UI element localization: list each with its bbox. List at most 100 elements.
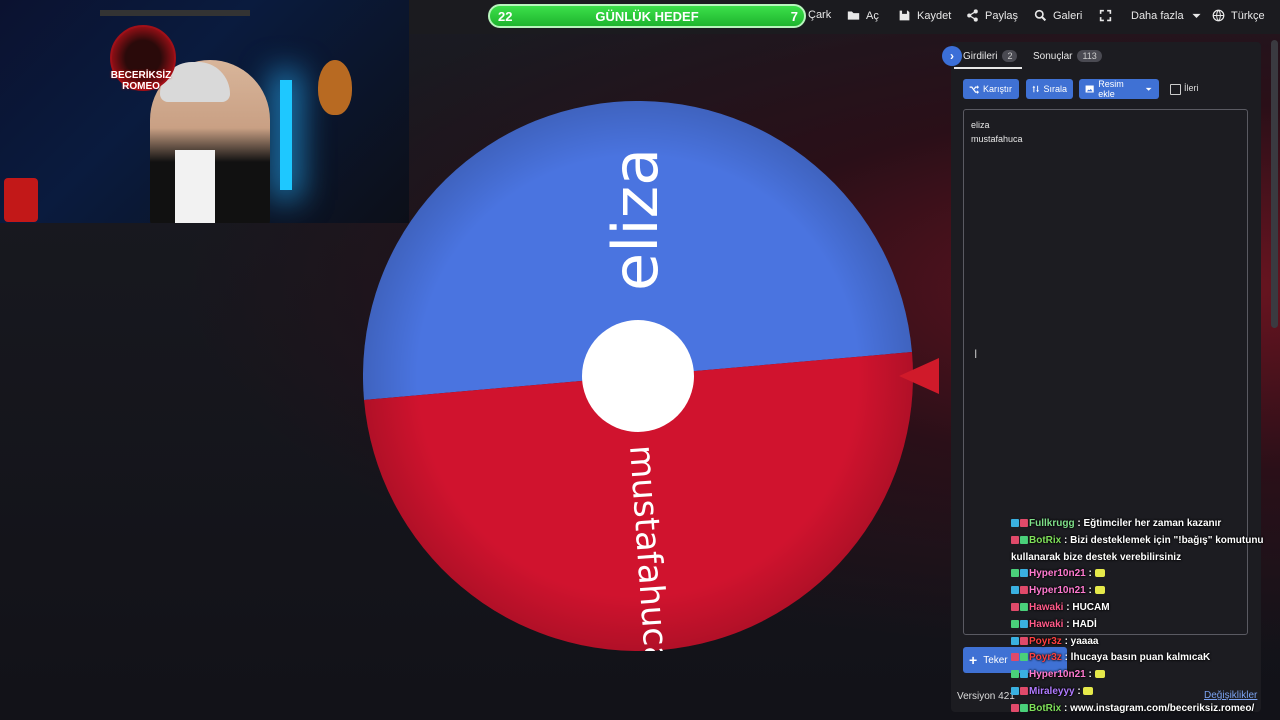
user-badge-icon [1020,586,1028,595]
emote-icon [1083,686,1094,695]
webcam-streamer-shirt [175,150,215,223]
version-label: Versiyon 421 [957,691,1015,702]
chat-text: : www.instagram.com/beceriksiz.romeo/ [1061,702,1255,714]
sort-button[interactable]: Sırala [1026,79,1073,99]
emote-icon [1094,586,1105,595]
chat-message: Fullkrugg : Eğtimciler her zaman kazanır [1011,516,1273,533]
user-badge-icon [1020,636,1028,645]
user-badge-icon [1020,535,1028,544]
user-badge-icon [1020,670,1028,679]
sort-label: Sırala [1043,84,1067,94]
user-badge-icon [1020,602,1028,611]
chat-text: : [1085,585,1095,597]
chat-username[interactable]: BotRix [1029,703,1061,714]
advanced-label: İleri [1184,83,1199,93]
webcam-guitar [318,60,352,115]
spin-wheel[interactable]: eliza mustafahuca [363,101,913,651]
nav-save-label: Kaydet [917,9,952,22]
nav-share-label: Paylaş [985,9,1019,22]
chat-username[interactable]: BotRix [1029,535,1061,546]
chat-text: : Eğtimciler her zaman kazanır [1074,518,1222,529]
user-badge-icon [1011,569,1019,578]
chat-message: BotRix : Bizi desteklemek için "!bağış" … [1011,533,1273,567]
add-image-dropdown[interactable]: Resim ekle [1079,79,1159,99]
wheel-label-eliza: eliza [599,148,672,291]
user-badge-icon [1011,653,1019,662]
advanced-checkbox[interactable] [1170,84,1181,95]
chat-message: Poyr3z : lhucaya basın puan kalmıcaK [1011,650,1273,667]
text-cursor-icon: I [974,347,978,361]
nav-save-button[interactable]: Kaydet [898,9,951,22]
nav-wheel[interactable]: Çark [808,9,831,21]
entry-line: eliza [971,120,990,130]
user-badge-icon [1020,569,1028,578]
chat-message: Hyper10n21 : [1011,566,1273,583]
chat-text: : [1085,669,1095,681]
user-badge-icon [1011,519,1019,527]
tab-results[interactable]: Sonuçlar 113 [1033,50,1102,62]
chat-message: Miraleyyy : [1011,684,1273,701]
chat-username[interactable]: Miraleyyy [1029,686,1075,697]
streamer-logo-text: BECERİKSİZ ROMEO [110,70,172,92]
search-icon [1034,9,1047,22]
add-image-label: Resim ekle [1098,79,1124,99]
user-badge-icon [1020,686,1028,695]
user-badge-icon [1011,586,1019,595]
user-badge-icon [1020,703,1028,712]
nav-open-button[interactable]: Aç [847,9,879,22]
chevron-down-icon [1145,87,1152,91]
wheel-hub[interactable] [582,320,694,432]
nav-fullscreen-button[interactable] [1099,9,1112,22]
user-badge-icon [1020,653,1028,662]
chat-text: : lhucaya basın puan kalmıcaK [1061,652,1211,664]
user-badge-icon [1011,670,1019,679]
user-badge-icon [1011,619,1019,628]
daily-goal-bar: 22 GÜNLÜK HEDEF 7 [488,4,806,28]
nav-gallery-button[interactable]: Galeri [1034,9,1082,22]
webcam-lamp [4,178,38,222]
chat-username[interactable]: Poyr3z [1029,636,1062,647]
chat-username[interactable]: Hyper10n21 [1029,568,1086,579]
chat-username[interactable]: Hyper10n21 [1029,669,1086,680]
chat-text: : [1085,568,1095,580]
tab-entries[interactable]: Girdileri 2 [963,50,1018,62]
user-badge-icon [1011,686,1019,695]
chat-message: Hyper10n21 : [1011,583,1273,600]
emote-icon [1094,569,1105,578]
chat-username[interactable]: Hawaki [1029,619,1063,630]
shuffle-button[interactable]: Karıştır [963,79,1019,99]
chat-text: : HUCAM [1063,601,1110,613]
chat-message: Hawaki : HUCAM [1011,600,1273,617]
nav-wheel-label: Çark [808,9,832,21]
chat-message: Hawaki : HADİ [1011,617,1273,634]
tab-results-label: Sonuçlar [1033,50,1073,62]
chat-username[interactable]: Fullkrugg [1029,518,1075,529]
goal-title: GÜNLÜK HEDEF [595,9,699,24]
chat-username[interactable]: Hawaki [1029,602,1063,613]
chat-username[interactable]: Poyr3z [1029,652,1062,663]
nav-more-dropdown[interactable]: Daha fazla [1131,9,1203,22]
share-icon [967,9,978,22]
folder-icon [847,11,860,20]
nav-gallery-label: Galeri [1053,9,1083,22]
tab-entries-count: 2 [1002,50,1018,62]
collapse-panel-button[interactable]: › [942,46,962,66]
nav-language-button[interactable]: Türkçe [1212,9,1265,22]
user-badge-icon [1011,636,1019,645]
user-badge-icon [1011,602,1019,611]
tab-results-count: 113 [1077,50,1102,62]
chat-username[interactable]: Hyper10n21 [1029,585,1086,596]
shuffle-icon [969,85,979,94]
page-scrollbar[interactable] [1271,40,1278,328]
user-badge-icon [1020,619,1028,628]
user-badge-icon [1011,703,1019,712]
nav-share-button[interactable]: Paylaş [966,9,1018,22]
chevron-down-icon [1192,13,1201,18]
chat-message: BotRix : www.instagram.com/beceriksiz.ro… [1011,701,1273,718]
fullscreen-icon [1099,9,1112,22]
chat-message: Hyper10n21 : [1011,667,1273,684]
chat-message: Poyr3z : yaaaa [1011,634,1273,651]
user-badge-icon [1020,519,1028,527]
add-wheel-label: Teker [983,654,1008,666]
wheel-pointer [899,358,939,394]
